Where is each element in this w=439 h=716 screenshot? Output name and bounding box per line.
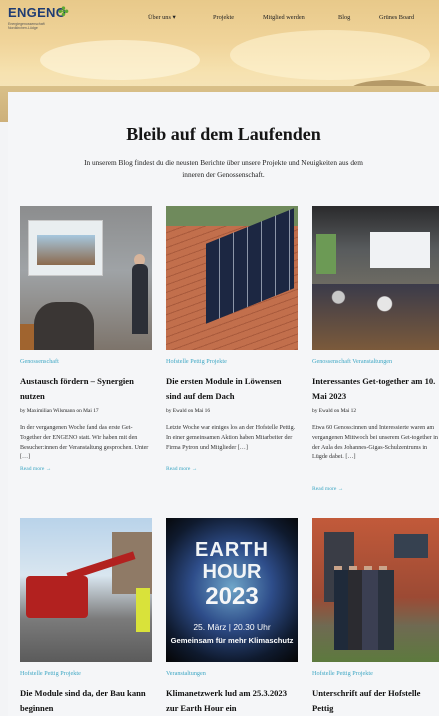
blog-card: Genossenschaft Austausch fördern – Syner… [20, 206, 152, 506]
post-categories[interactable]: Hofstelle Pettig Projekte [312, 670, 373, 677]
post-excerpt: Letzte Woche war einiges los an der Hofs… [166, 425, 296, 451]
blog-card: Hofstelle Pettig Projekte Unterschrift a… [312, 518, 439, 716]
nav-item-blog[interactable]: Blog [338, 14, 350, 21]
poster-slogan: Gemeinsam für mehr Klimaschutz [170, 636, 294, 645]
post-image[interactable] [20, 206, 152, 350]
post-categories[interactable]: Genossenschaft Veranstaltungen [312, 358, 392, 365]
poster-text: HOUR [202, 561, 262, 583]
nav-item-projekte[interactable]: Projekte [213, 14, 234, 21]
post-meta: by Maximilian Wilsmann on Mai 17 [20, 408, 99, 414]
post-title[interactable]: Unterschrift auf der Hofstelle Pettig [312, 686, 439, 716]
post-categories[interactable]: Hofstelle Pettig Projekte [166, 358, 227, 365]
post-categories[interactable]: Genossenschaft [20, 358, 59, 365]
post-title[interactable]: Interessantes Get-together am 10. Mai 20… [312, 374, 439, 404]
blog-card: Hofstelle Pettig Projekte Die Module sin… [20, 518, 152, 716]
post-title[interactable]: Die Module sind da, der Bau kann beginne… [20, 686, 152, 716]
nav-item-gruenes-board[interactable]: Grünes Board [379, 14, 414, 21]
post-title[interactable]: Austausch fördern – Synergien nutzen [20, 374, 152, 404]
post-excerpt: Etwa 60 Genoss:innen und Interessierte w… [312, 425, 438, 461]
earth-hour-poster: EARTH HOUR 2023 25. März | 20.30 Uhr Gem… [166, 518, 298, 662]
post-categories[interactable]: Veranstaltungen [166, 670, 206, 677]
post-categories[interactable]: Hofstelle Pettig Projekte [20, 670, 81, 677]
read-more-link[interactable]: Read more → [20, 466, 51, 472]
poster-text: EARTH [195, 539, 269, 561]
nav-item-ueber-uns[interactable]: Über uns ▾ [148, 14, 176, 21]
cloud-decoration [40, 40, 200, 80]
nav-item-mitglied-werden[interactable]: Mitglied werden [263, 14, 305, 21]
blog-section: Bleib auf dem Laufenden In unserem Blog … [8, 92, 439, 716]
post-image[interactable] [166, 206, 298, 350]
read-more-link[interactable]: Read more → [312, 486, 343, 492]
blog-card: EARTH HOUR 2023 25. März | 20.30 Uhr Gem… [166, 518, 298, 716]
cloud-decoration [230, 30, 430, 80]
post-meta: by Ewald on Mai 16 [166, 408, 211, 414]
post-image[interactable] [20, 518, 152, 662]
post-meta: by Ewald on Mai 12 [312, 408, 357, 414]
poster-year: 2023 [205, 583, 259, 610]
post-excerpt: In der vergangenen Woche fand das erste … [20, 425, 149, 461]
main-nav: Über uns ▾ Projekte Mitglied werden Blog… [148, 14, 433, 28]
site-logo[interactable]: ENGENO ✤ Energiegenossenschaft Nordkirch… [8, 4, 78, 36]
logo-tagline: Energiegenossenschaft Nordkirchen-Lüdge [8, 22, 45, 30]
post-title[interactable]: Die ersten Module in Löwensen sind auf d… [166, 374, 298, 404]
leaf-icon: ✤ [58, 4, 69, 19]
section-intro: In unserem Blog findest du die neusten B… [84, 158, 363, 179]
post-image[interactable]: EARTH HOUR 2023 25. März | 20.30 Uhr Gem… [166, 518, 298, 662]
post-title[interactable]: Klimanetzwerk lud am 25.3.2023 zur Earth… [166, 686, 298, 716]
section-title: Bleib auf dem Laufenden [126, 124, 321, 144]
read-more-link[interactable]: Read more → [166, 466, 197, 472]
blog-card: Hofstelle Pettig Projekte Die ersten Mod… [166, 206, 298, 506]
post-image[interactable] [312, 206, 439, 350]
blog-card: Genossenschaft Veranstaltungen Interessa… [312, 206, 439, 506]
post-image[interactable] [312, 518, 439, 662]
poster-date: 25. März | 20.30 Uhr [193, 622, 271, 632]
